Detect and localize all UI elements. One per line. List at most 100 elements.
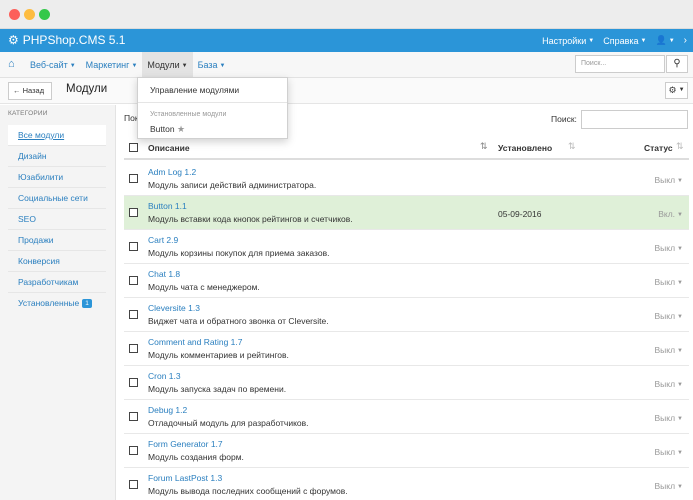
window-titlebar (0, 0, 693, 29)
sidebar-header: КАТЕГОРИИ (8, 110, 48, 117)
sidebar-item-seo[interactable]: SEO (8, 209, 106, 230)
sidebar-item-sales[interactable]: Продажи (8, 230, 106, 251)
module-description: Модуль записи действий администратора. (148, 180, 317, 190)
status-toggle[interactable]: Выкл ▼ (654, 413, 683, 423)
status-toggle[interactable]: Выкл ▼ (654, 481, 683, 491)
table-search-input[interactable] (581, 110, 688, 129)
settings-menu[interactable]: Настройки ▼ (542, 36, 594, 46)
sidebar-item-usability[interactable]: Юзабилити (8, 167, 106, 188)
module-name-link[interactable]: Cleversite 1.3 (148, 303, 200, 313)
module-description: Модуль чата с менеджером. (148, 282, 260, 292)
nav-item-marketing[interactable]: Маркетинг ▼ (81, 52, 143, 78)
module-description: Модуль корзины покупок для приема заказо… (148, 248, 330, 258)
table-row: Cart 2.9 Модуль корзины покупок для прие… (124, 230, 689, 264)
sidebar-item-social[interactable]: Социальные сети (8, 188, 106, 209)
module-name-link[interactable]: Cron 1.3 (148, 371, 181, 381)
menu-divider (138, 102, 287, 103)
module-name-link[interactable]: Chat 1.8 (148, 269, 180, 279)
status-toggle[interactable]: Выкл ▼ (654, 175, 683, 185)
table-row: Chat 1.8 Модуль чата с менеджером. Выкл ▼ (124, 264, 689, 298)
caret-down-icon: ▼ (668, 37, 675, 44)
table-row: Cron 1.3 Модуль запуска задач по времени… (124, 366, 689, 400)
menu-item-button-module[interactable]: Button ★ (150, 124, 185, 135)
column-status[interactable]: Статус (644, 143, 673, 153)
user-menu[interactable]: 👤 ▼ (655, 35, 674, 46)
table-row: Cleversite 1.3 Виджет чата и обратного з… (124, 298, 689, 332)
row-checkbox[interactable] (129, 208, 138, 217)
sidebar-item-installed[interactable]: Установленные 1 (8, 293, 106, 314)
column-installed[interactable]: Установлено (498, 143, 552, 153)
table-row: Adm Log 1.2 Модуль записи действий админ… (124, 162, 689, 196)
sort-icon[interactable]: ⇅ (676, 141, 684, 152)
top-bar: ⚙ PHPShop.CMS 5.1 Настройки ▼ Справка ▼ 👤 ▼… (0, 29, 693, 52)
back-button[interactable]: ← Назад (8, 82, 52, 100)
row-checkbox[interactable] (129, 446, 138, 455)
module-description: Модуль вставки кода кнопок рейтингов и с… (148, 214, 353, 224)
status-toggle[interactable]: Выкл ▼ (654, 379, 683, 389)
row-checkbox[interactable] (129, 174, 138, 183)
nav-search-input[interactable]: Поиск... (575, 55, 665, 73)
module-description: Модуль запуска задач по времени. (148, 384, 287, 394)
table-search-label: Поиск: (551, 114, 577, 124)
module-name-link[interactable]: Adm Log 1.2 (148, 167, 196, 177)
module-description: Виджет чата и обратного звонка от Clever… (148, 316, 329, 326)
search-icon: ⚲ (673, 58, 681, 69)
table-row: Debug 1.2 Отладочный модуль для разработ… (124, 400, 689, 434)
nav-item-modules[interactable]: Модули ▼ (142, 52, 193, 78)
row-checkbox[interactable] (129, 412, 138, 421)
user-icon: 👤 (655, 35, 667, 45)
table-row: Form Generator 1.7 Модуль создания форм.… (124, 434, 689, 468)
sort-icon[interactable]: ⇅ (480, 141, 488, 152)
chevron-right-icon[interactable]: › (684, 35, 687, 46)
sidebar-item-conversion[interactable]: Конверсия (8, 251, 106, 272)
arrow-left-icon: ← (13, 86, 21, 95)
page-title: Модули (66, 83, 108, 95)
status-toggle[interactable]: Вкл. ▼ (658, 209, 683, 219)
menu-header-installed: Установленные модули (150, 111, 227, 118)
star-icon: ★ (176, 124, 186, 134)
module-name-link[interactable]: Comment and Rating 1.7 (148, 337, 243, 347)
column-description[interactable]: Описание (148, 143, 190, 153)
sidebar-item-all[interactable]: Все модули (8, 125, 106, 146)
module-name-link[interactable]: Form Generator 1.7 (148, 439, 223, 449)
module-name-link[interactable]: Forum LastPost 1.3 (148, 473, 222, 483)
gear-icon: ⚙ (668, 85, 677, 95)
row-checkbox[interactable] (129, 378, 138, 387)
sidebar-item-design[interactable]: Дизайн (8, 146, 106, 167)
home-icon[interactable]: ⌂ (8, 58, 15, 70)
brand-name: PHPShop.CMS 5.1 (22, 33, 126, 47)
row-checkbox[interactable] (129, 242, 138, 251)
help-menu[interactable]: Справка ▼ (603, 36, 646, 46)
status-toggle[interactable]: Выкл ▼ (654, 311, 683, 321)
status-toggle[interactable]: Выкл ▼ (654, 243, 683, 253)
installed-count-badge: 1 (82, 299, 92, 309)
module-description: Отладочный модуль для разработчиков. (148, 418, 309, 428)
module-name-link[interactable]: Cart 2.9 (148, 235, 178, 245)
page-settings-button[interactable]: ⚙ ▼ (665, 82, 688, 99)
brand-link[interactable]: ⚙ PHPShop.CMS 5.1 (8, 33, 125, 47)
module-name-link[interactable]: Debug 1.2 (148, 405, 187, 415)
status-toggle[interactable]: Выкл ▼ (654, 447, 683, 457)
row-checkbox[interactable] (129, 310, 138, 319)
table-row: Button 1.1 Модуль вставки кода кнопок ре… (124, 196, 689, 230)
search-button[interactable]: ⚲ (666, 55, 688, 73)
menu-item-manage-modules[interactable]: Управление модулями (150, 85, 239, 95)
maximize-window-button[interactable] (39, 9, 50, 20)
status-toggle[interactable]: Выкл ▼ (654, 345, 683, 355)
caret-down-icon: ▼ (588, 38, 595, 45)
select-all-checkbox[interactable] (129, 143, 138, 152)
close-window-button[interactable] (9, 9, 20, 20)
minimize-window-button[interactable] (24, 9, 35, 20)
sidebar-item-developers[interactable]: Разработчикам (8, 272, 106, 293)
row-checkbox[interactable] (129, 480, 138, 489)
nav-item-database[interactable]: База ▼ (193, 52, 231, 78)
sort-icon[interactable]: ⇅ (568, 141, 576, 152)
install-date: 05-09-2016 (498, 209, 542, 219)
nav-item-website[interactable]: Веб-сайт ▼ (25, 52, 81, 78)
row-checkbox[interactable] (129, 344, 138, 353)
status-toggle[interactable]: Выкл ▼ (654, 277, 683, 287)
table-row: Comment and Rating 1.7 Модуль комментари… (124, 332, 689, 366)
gear-icon: ⚙ (8, 33, 19, 47)
module-name-link[interactable]: Button 1.1 (148, 201, 187, 211)
row-checkbox[interactable] (129, 276, 138, 285)
